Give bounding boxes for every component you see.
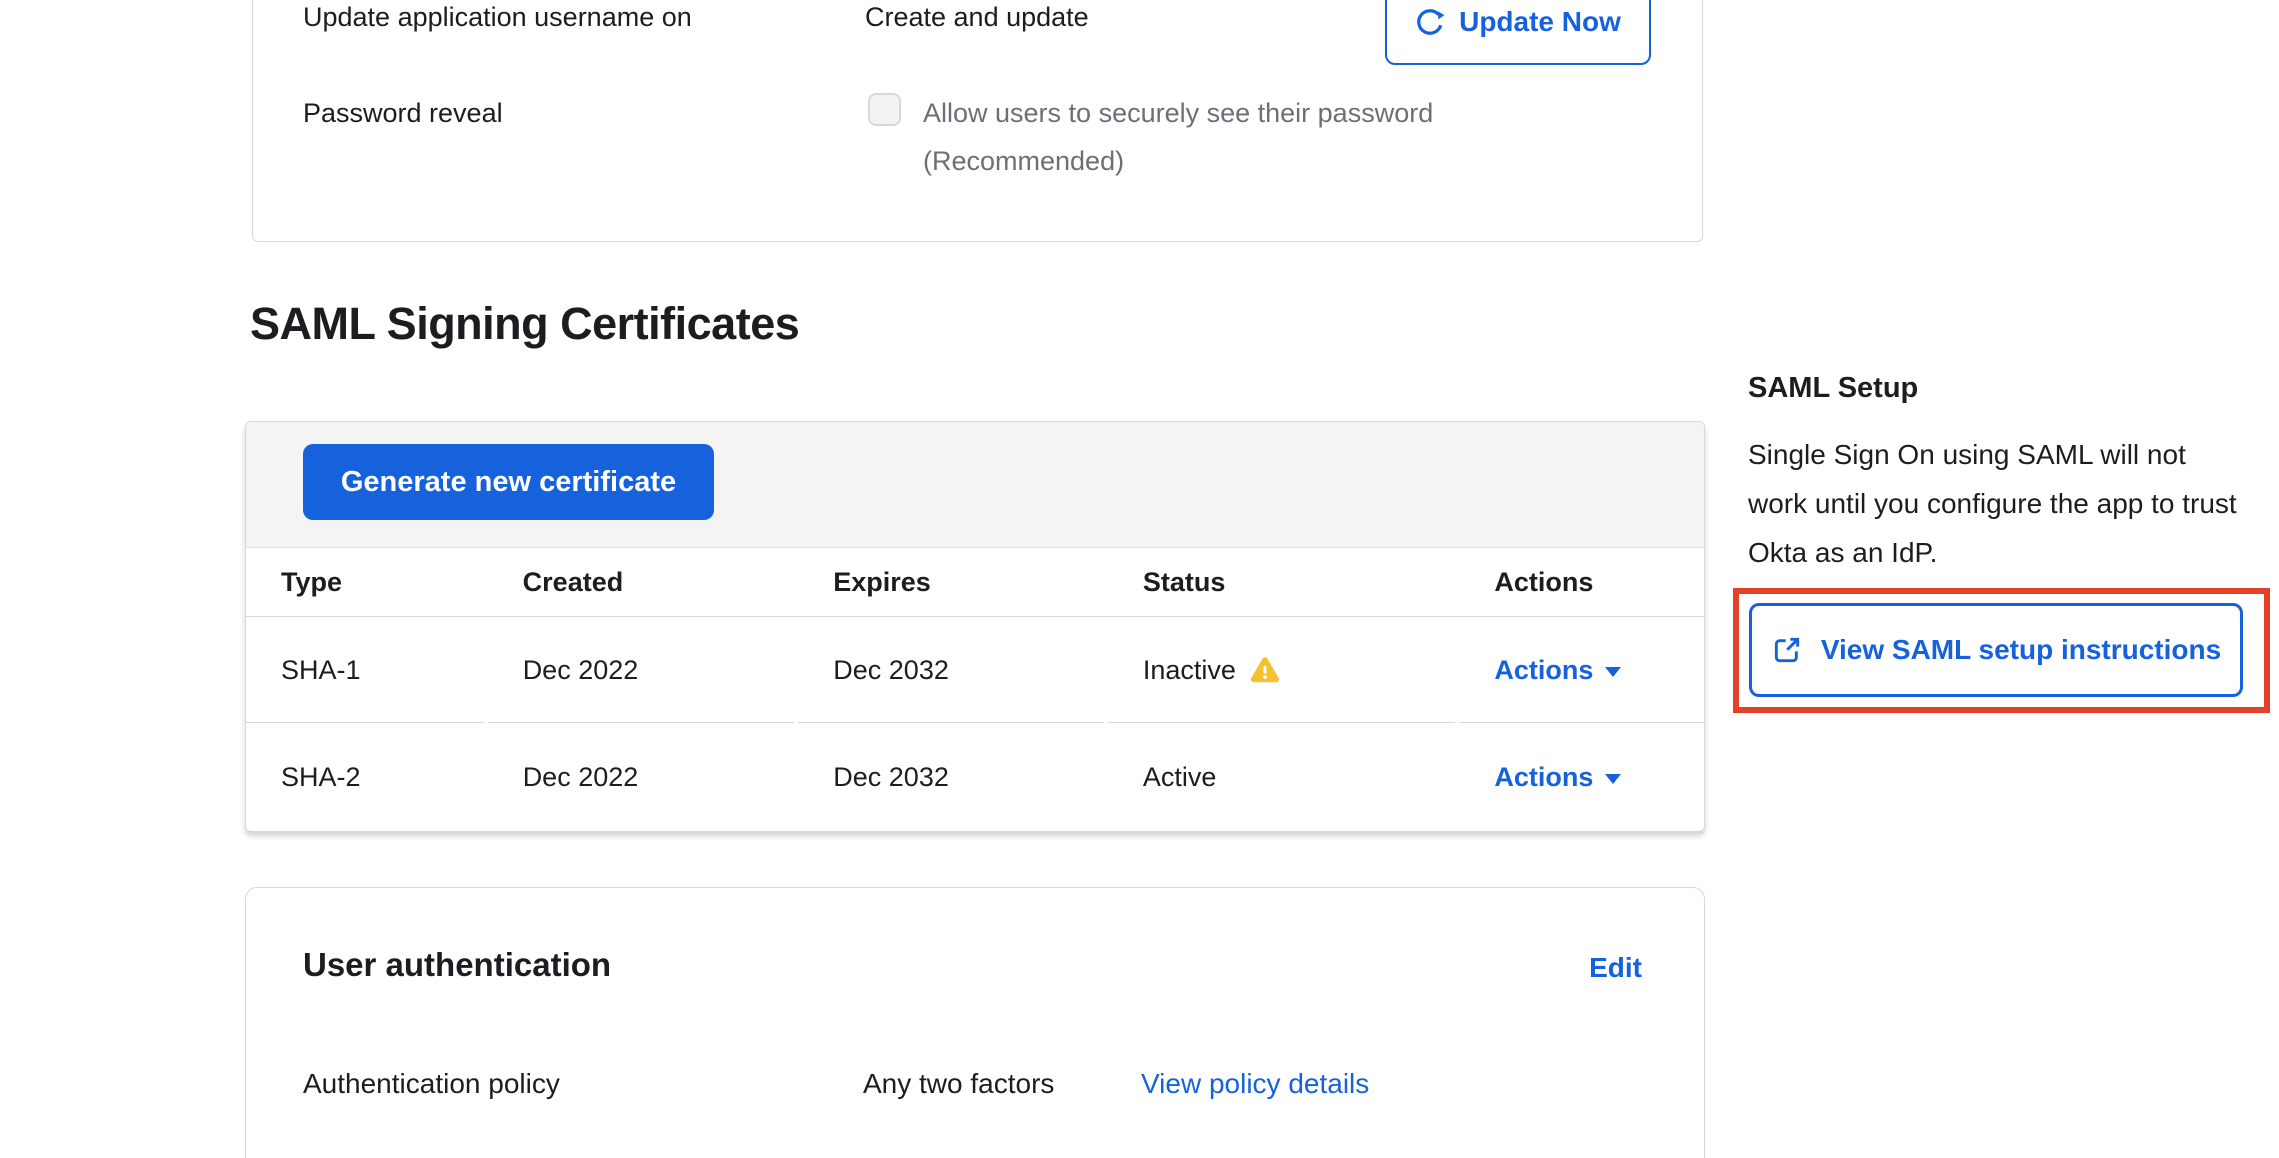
password-reveal-checkbox[interactable]	[868, 93, 901, 126]
authentication-policy-label: Authentication policy	[303, 1068, 560, 1100]
page-title: SAML Signing Certificates	[250, 296, 799, 352]
view-saml-setup-label: View SAML setup instructions	[1821, 634, 2221, 666]
update-username-value: Create and update	[865, 0, 1089, 35]
authentication-policy-value: Any two factors	[863, 1068, 1054, 1100]
update-now-label: Update Now	[1459, 6, 1621, 38]
actions-label: Actions	[1494, 762, 1593, 793]
view-saml-setup-instructions-button[interactable]: View SAML setup instructions	[1749, 603, 2243, 697]
annotation-highlight: View SAML setup instructions	[1733, 588, 2270, 713]
cert-status-cell: Inactive	[1108, 618, 1456, 723]
user-authentication-title: User authentication	[303, 946, 611, 984]
password-reveal-label: Password reveal	[303, 95, 503, 131]
cert-status-cell: Active	[1108, 723, 1456, 833]
saml-setup-heading: SAML Setup	[1748, 372, 1918, 405]
actions-dropdown[interactable]: Actions	[1459, 618, 1704, 723]
table-row: SHA-1 Dec 2022 Dec 2032 Inactive Actions	[246, 618, 1704, 723]
chevron-down-icon	[1605, 774, 1621, 784]
chevron-down-icon	[1605, 667, 1621, 677]
status-text: Inactive	[1143, 655, 1236, 686]
generate-certificate-button[interactable]: Generate new certificate	[303, 444, 714, 520]
table-header-row: Type Created Expires Status Actions	[246, 549, 1704, 617]
column-header-actions: Actions	[1459, 549, 1704, 616]
actions-dropdown[interactable]: Actions	[1459, 723, 1704, 833]
column-header-status: Status	[1108, 549, 1460, 616]
cert-expires-cell: Dec 2032	[798, 618, 1104, 723]
cert-type-cell: SHA-1	[246, 618, 484, 723]
update-now-button[interactable]: Update Now	[1385, 0, 1651, 65]
password-reveal-recommended-text: (Recommended)	[923, 143, 1124, 179]
column-header-expires: Expires	[798, 549, 1108, 616]
saml-certificates-card: Generate new certificate Type Created Ex…	[245, 421, 1705, 832]
column-header-created: Created	[488, 549, 799, 616]
password-reveal-checkbox-text: Allow users to securely see their passwo…	[923, 95, 1433, 131]
external-link-icon	[1771, 634, 1803, 666]
actions-label: Actions	[1494, 655, 1593, 686]
cert-created-cell: Dec 2022	[488, 723, 795, 833]
cert-expires-cell: Dec 2032	[798, 723, 1104, 833]
cert-type-cell: SHA-2	[246, 723, 484, 833]
view-policy-details-link[interactable]: View policy details	[1141, 1068, 1369, 1100]
cert-created-cell: Dec 2022	[488, 618, 795, 723]
column-header-type: Type	[246, 549, 488, 616]
sign-on-settings-card: Update application username on Create an…	[252, 0, 1703, 242]
saml-setup-description: Single Sign On using SAML will not work …	[1748, 430, 2240, 577]
edit-link[interactable]: Edit	[1589, 952, 1642, 984]
warning-icon	[1250, 656, 1280, 684]
refresh-icon	[1415, 7, 1445, 37]
user-authentication-card: User authentication Edit Authentication …	[245, 887, 1705, 1158]
table-row: SHA-2 Dec 2022 Dec 2032 Active Actions	[246, 723, 1704, 833]
update-username-label: Update application username on	[303, 0, 692, 35]
